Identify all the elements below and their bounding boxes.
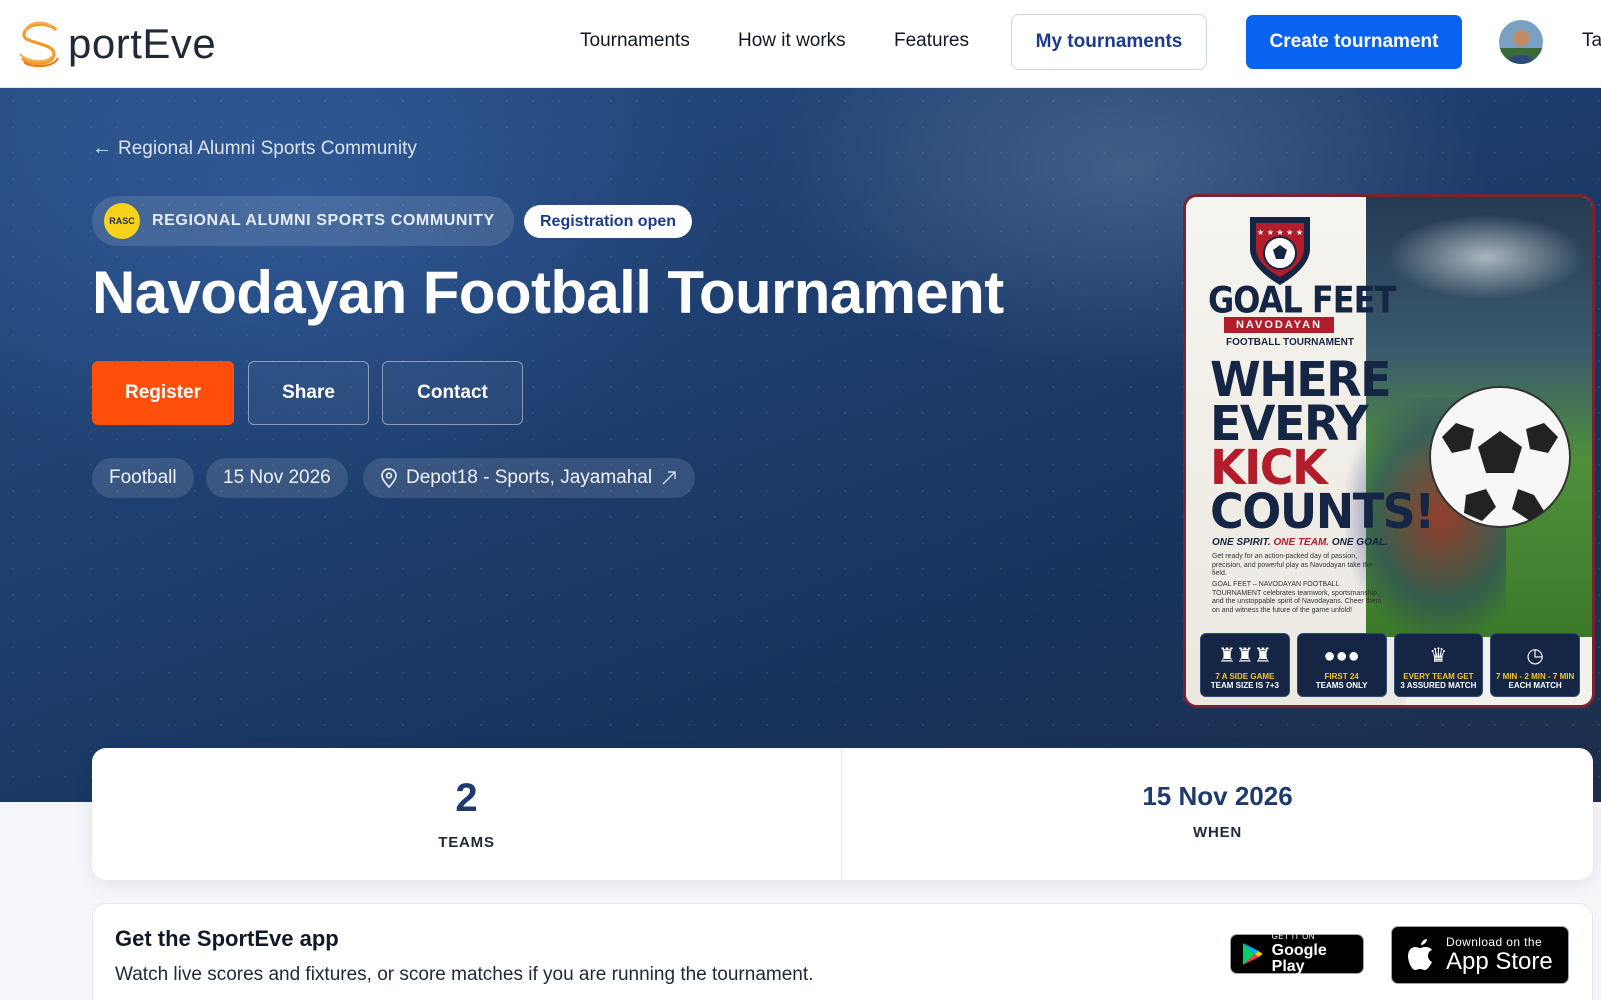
google-play-button[interactable]: GET IT ON Google Play	[1230, 932, 1364, 975]
teams-count: 2	[455, 776, 478, 820]
poster-paragraph-2: GOAL FEET – NAVODAYAN FOOTBALL TOURNAMEN…	[1212, 581, 1382, 614]
organizer-chip[interactable]: RASC REGIONAL ALUMNI SPORTS COMMUNITY	[92, 196, 514, 246]
poster-card-matches: ♛ EVERY TEAM GET 3 ASSURED MATCH	[1393, 633, 1484, 697]
poster-spirit-a: ONE SPIRIT.	[1212, 537, 1271, 548]
poster-card-a: 7 MIN - 2 MIN - 7 MIN	[1496, 672, 1575, 681]
app-promo-card: Get the SportEve app Watch live scores a…	[92, 903, 1593, 1000]
poster-card-teams: ●●● FIRST 24 TEAMS ONLY	[1296, 633, 1387, 697]
stopwatch-icon: ◷	[1526, 645, 1544, 667]
external-link-icon	[662, 471, 676, 485]
date-chip-label: 15 Nov 2026	[223, 467, 331, 488]
venue-chip[interactable]: Depot18 - Sports, Jayamahal	[363, 458, 696, 498]
create-tournament-button[interactable]: Create tournament	[1246, 15, 1462, 69]
organizer-logo: RASC	[104, 203, 140, 239]
tournament-stats-card: 2 TEAMS 15 Nov 2026 WHEN	[92, 748, 1593, 880]
poster-spirit-c: ONE GOAL.	[1331, 537, 1388, 548]
poster-spirit-b: ONE TEAM.	[1273, 537, 1330, 548]
teams-label: TEAMS	[438, 834, 495, 851]
user-menu-label[interactable]: Ta	[1582, 30, 1601, 52]
sporteve-s-icon	[19, 21, 59, 68]
group-icon: ●●●	[1323, 645, 1360, 667]
poster-subtitle: FOOTBALL TOURNAMENT	[1226, 337, 1354, 348]
google-play-icon	[1242, 943, 1263, 965]
poster-card-b: TEAMS ONLY	[1315, 681, 1368, 690]
soccer-ball-icon	[1429, 386, 1571, 528]
poster-goal-feet: GOAL FEET	[1208, 278, 1396, 322]
poster-card-b: EACH MATCH	[1508, 681, 1562, 690]
date-chip: 15 Nov 2026	[206, 458, 348, 498]
organizer-name: REGIONAL ALUMNI SPORTS COMMUNITY	[152, 212, 495, 229]
venue-chip-label: Depot18 - Sports, Jayamahal	[406, 467, 653, 488]
my-tournaments-button[interactable]: My tournaments	[1011, 14, 1207, 70]
poster-card-players: ♜♜♜ 7 A SIDE GAME TEAM SIZE IS 7+3	[1200, 633, 1290, 697]
google-play-small: GET IT ON	[1271, 932, 1315, 941]
brand-logo[interactable]: portEve	[14, 14, 216, 74]
stats-divider	[841, 748, 842, 880]
players-icon: ♜♜♜	[1217, 645, 1272, 667]
poster-paragraph-1: Get ready for an action-packed day of pa…	[1212, 553, 1373, 577]
svg-text:★ ★ ★ ★ ★: ★ ★ ★ ★ ★	[1257, 228, 1303, 237]
poster-card-a: 7 A SIDE GAME	[1215, 672, 1275, 681]
poster-spirit-line: ONE SPIRIT. ONE TEAM. ONE GOAL.	[1212, 537, 1388, 548]
trophy-icon: ♛	[1429, 645, 1448, 667]
top-nav: portEve Tournaments How it works Feature…	[0, 0, 1601, 88]
organizer-logo-text: RASC	[109, 216, 135, 226]
poster-navodayan-banner: NAVODAYAN	[1224, 317, 1334, 333]
app-promo-title: Get the SportEve app	[115, 926, 339, 951]
when-value: 15 Nov 2026	[1142, 781, 1293, 811]
brand-name: portEve	[68, 20, 217, 67]
back-to-community-link[interactable]: ← Regional Alumni Sports Community	[92, 137, 417, 160]
tournament-title: Navodayan Football Tournament	[92, 259, 1004, 326]
poster-card-a: FIRST 24	[1324, 672, 1359, 681]
app-store-big: App Store	[1446, 948, 1553, 975]
app-store-small: Download on the	[1446, 935, 1543, 949]
poster-card-b: 3 ASSURED MATCH	[1400, 681, 1477, 690]
back-link-label: Regional Alumni Sports Community	[118, 137, 417, 159]
poster-card-a: EVERY TEAM GET	[1403, 672, 1474, 681]
hero-section: ← Regional Alumni Sports Community RASC …	[0, 88, 1601, 802]
poster-line-counts: COUNTS!	[1210, 482, 1435, 540]
when-label: WHEN	[1192, 824, 1243, 841]
register-button[interactable]: Register	[92, 361, 234, 425]
app-store-button[interactable]: Download on the App Store	[1391, 926, 1569, 984]
user-avatar[interactable]	[1499, 20, 1543, 64]
app-promo-subtitle: Watch live scores and fixtures, or score…	[115, 964, 814, 985]
sport-chip: Football	[92, 458, 194, 498]
registration-status-badge: Registration open	[524, 205, 693, 238]
nav-link-features[interactable]: Features	[894, 30, 969, 52]
poster-card-duration: ◷ 7 MIN - 2 MIN - 7 MIN EACH MATCH	[1490, 633, 1580, 697]
share-button[interactable]: Share	[248, 361, 369, 425]
contact-button[interactable]: Contact	[382, 361, 523, 425]
nav-link-tournaments[interactable]: Tournaments	[580, 30, 690, 52]
avatar-photo-icon	[1499, 20, 1543, 64]
poster-card-b: TEAM SIZE IS 7+3	[1210, 681, 1279, 690]
sport-chip-label: Football	[109, 467, 177, 488]
apple-icon	[1408, 939, 1432, 970]
google-play-big: Google Play	[1271, 942, 1327, 975]
tournament-poster[interactable]: ★ ★ ★ ★ ★ GOAL FEET NAVODAYAN FOOTBALL T…	[1183, 194, 1595, 708]
location-pin-icon	[381, 468, 397, 488]
arrow-left-icon: ←	[92, 137, 112, 159]
nav-link-how-it-works[interactable]: How it works	[738, 30, 846, 52]
poster-info-cards: ♜♜♜ 7 A SIDE GAME TEAM SIZE IS 7+3 ●●● F…	[1200, 633, 1580, 699]
